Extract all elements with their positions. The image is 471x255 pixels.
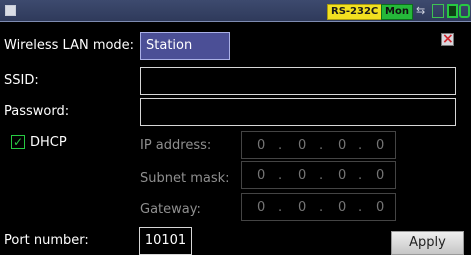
gateway-label: Gateway: (140, 202, 201, 217)
status-bar: RS-232C Mon ⇆ (0, 0, 471, 22)
wireless-lan-mode-label: Wireless LAN mode: (4, 38, 135, 53)
monitor-badge: Mon (381, 4, 413, 20)
dhcp-label: DHCP (30, 135, 67, 150)
apply-button[interactable]: Apply (391, 231, 464, 255)
window-icon (5, 5, 16, 16)
dhcp-checkbox[interactable]: ✓ (11, 135, 25, 149)
battery-icon (459, 4, 470, 18)
ip-address-label: IP address: (140, 138, 212, 153)
ssid-label: SSID: (4, 73, 39, 88)
ip-address-field[interactable]: 0 . 0 . 0 . 0 (241, 131, 396, 159)
close-button[interactable]: × (441, 31, 454, 47)
subnet-mask-field[interactable]: 0 . 0 . 0 . 0 (241, 161, 396, 189)
lan-icon (432, 4, 444, 18)
wireless-lan-mode-select[interactable]: Station (140, 32, 230, 60)
port-number-input[interactable]: 10101 (139, 227, 192, 255)
gateway-field[interactable]: 0 . 0 . 0 . 0 (241, 193, 396, 221)
password-input[interactable] (140, 98, 456, 126)
check-icon: ✓ (12, 135, 24, 149)
password-label: Password: (4, 104, 70, 119)
usb-icon: ⇆ (416, 4, 426, 17)
close-icon: × (442, 31, 454, 47)
sd-card-icon (447, 4, 458, 18)
rs232c-badge: RS-232C (327, 4, 383, 20)
ssid-input[interactable] (140, 67, 456, 95)
subnet-mask-label: Subnet mask: (140, 171, 230, 186)
port-number-label: Port number: (4, 233, 89, 248)
